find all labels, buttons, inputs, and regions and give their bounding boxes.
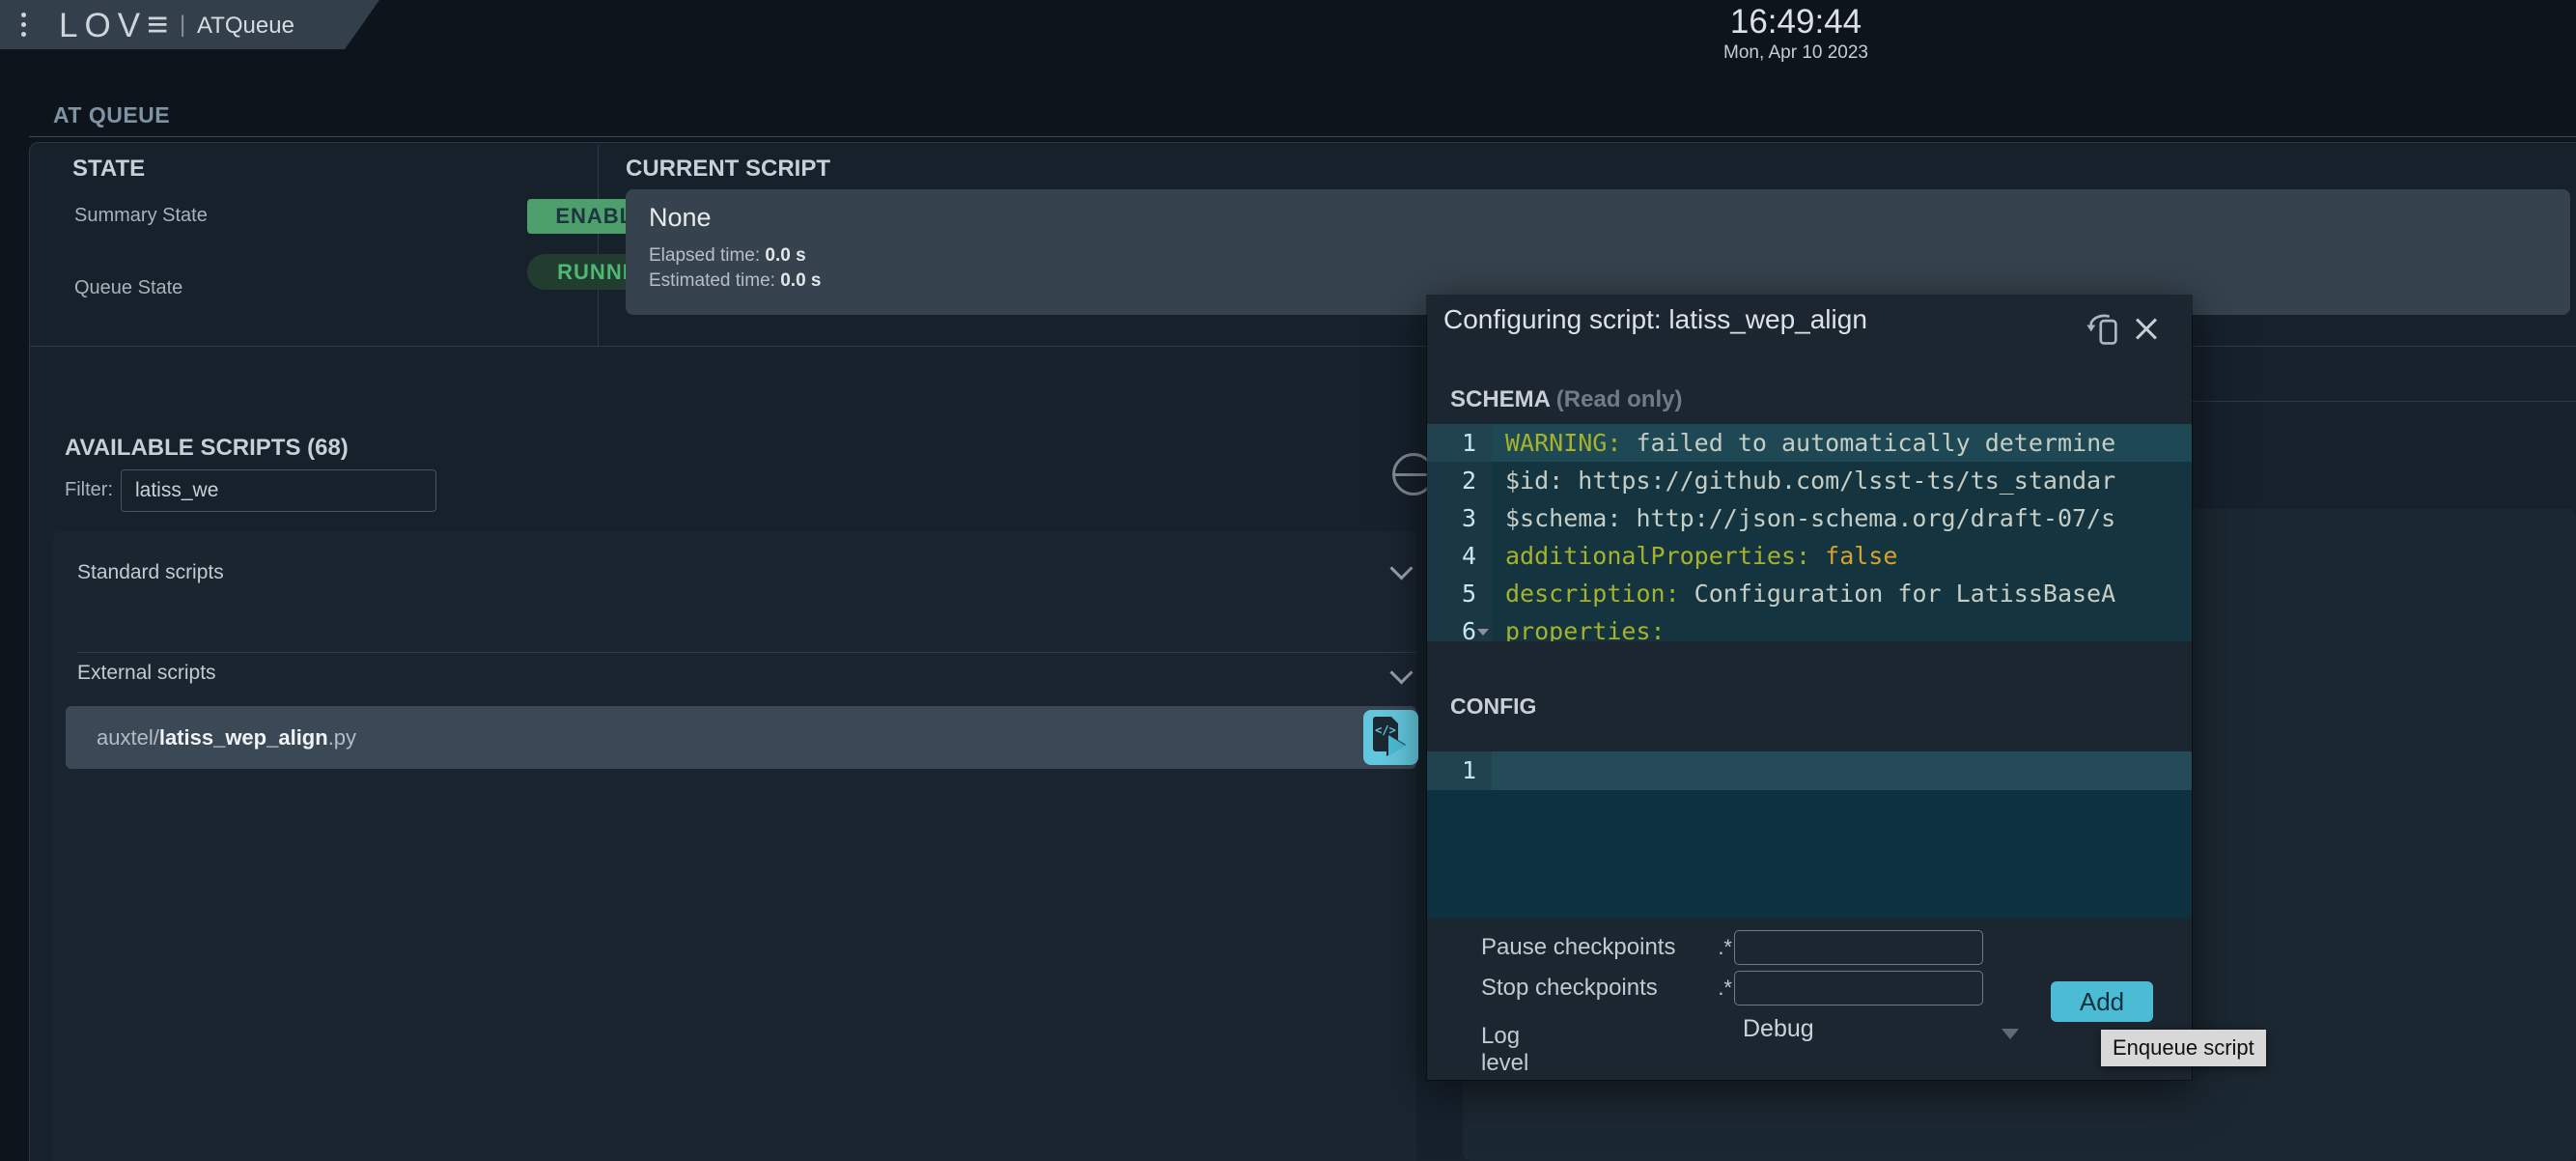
enqueue-script-tooltip: Enqueue script bbox=[2101, 1030, 2266, 1066]
script-list-item[interactable]: auxtel/latiss_wep_align.py </> bbox=[66, 706, 1416, 769]
modal-title: Configuring script: latiss_wep_align bbox=[1443, 304, 1867, 335]
script-path: auxtel/latiss_wep_align.py bbox=[97, 706, 356, 769]
play-icon bbox=[1388, 735, 1406, 756]
configure-script-modal: Configuring script: latiss_wep_align SCH… bbox=[1427, 296, 2192, 1080]
clock-time: 16:49:44 bbox=[1680, 3, 1912, 42]
top-navbar: LOV≡ | ATQueue bbox=[0, 0, 382, 49]
estimated-time-value: 0.0 s bbox=[780, 270, 821, 291]
love-logo-e: ≡ bbox=[147, 5, 168, 45]
standard-scripts-label: Standard scripts bbox=[77, 561, 224, 584]
atqueue-page: LOV≡ | ATQueue 16:49:44 Mon, Apr 10 2023… bbox=[0, 0, 2576, 1161]
section-heading: AT QUEUE bbox=[53, 102, 170, 128]
chevron-down-icon bbox=[1389, 556, 1413, 580]
pause-checkpoints-input[interactable] bbox=[1734, 930, 1983, 965]
chevron-down-icon bbox=[1389, 661, 1413, 684]
state-horizontal-divider bbox=[30, 346, 2576, 347]
line-number: 1 bbox=[1427, 424, 1492, 462]
external-scripts-label: External scripts bbox=[77, 662, 216, 685]
line-number: 6 bbox=[1427, 612, 1492, 641]
code-line: 1WARNING: failed to automatically determ… bbox=[1427, 424, 2192, 462]
pause-checkpoints-label: Pause checkpoints bbox=[1481, 934, 1705, 961]
scripts-list-panel: Standard scripts External scripts auxtel… bbox=[53, 531, 1416, 1161]
summary-state-label: Summary State bbox=[74, 205, 208, 227]
line-number: 5 bbox=[1427, 575, 1492, 612]
config-heading: CONFIG bbox=[1450, 694, 1536, 720]
code-line: 6properties: bbox=[1427, 612, 2192, 641]
current-script-title: CURRENT SCRIPT bbox=[626, 156, 830, 183]
code-line: 1 bbox=[1427, 751, 2192, 790]
stop-checkpoints-row: Stop checkpoints .* bbox=[1481, 970, 1983, 1006]
elapsed-time-row: Elapsed time: 0.0 s bbox=[649, 245, 806, 267]
pause-regex-hint: .* bbox=[1705, 935, 1732, 960]
page-title: ATQueue bbox=[197, 13, 294, 40]
clock-date: Mon, Apr 10 2023 bbox=[1680, 42, 1912, 64]
add-button[interactable]: Add bbox=[2051, 981, 2153, 1022]
close-icon[interactable] bbox=[2130, 313, 2163, 346]
filter-label: Filter: bbox=[65, 479, 113, 501]
line-number: 3 bbox=[1427, 499, 1492, 537]
love-logo: LOV≡ bbox=[59, 5, 168, 46]
schema-editor: 1WARNING: failed to automatically determ… bbox=[1427, 424, 2192, 641]
section-underline bbox=[29, 136, 2576, 137]
standard-scripts-group[interactable]: Standard scripts bbox=[53, 551, 1416, 599]
code-line: 2$id: https://github.com/lsst-ts/ts_stan… bbox=[1427, 462, 2192, 499]
dropdown-caret-icon bbox=[2002, 1029, 2019, 1039]
stop-checkpoints-input[interactable] bbox=[1734, 971, 1983, 1005]
toggle-orientation-button[interactable] bbox=[2084, 311, 2122, 348]
logo-divider: | bbox=[180, 12, 185, 39]
line-number: 2 bbox=[1427, 462, 1492, 499]
config-editor[interactable]: 1 bbox=[1427, 751, 2192, 919]
stop-checkpoints-label: Stop checkpoints bbox=[1481, 975, 1705, 1002]
code-line: 5description: Configuration for LatissBa… bbox=[1427, 575, 2192, 612]
line-number: 4 bbox=[1427, 537, 1492, 575]
launch-script-button[interactable]: </> bbox=[1363, 710, 1418, 765]
state-panel-title: STATE bbox=[72, 156, 145, 183]
schema-heading: SCHEMA (Read only) bbox=[1450, 386, 1682, 413]
log-level-dropdown[interactable]: Debug bbox=[1743, 1015, 2032, 1050]
stop-regex-hint: .* bbox=[1705, 976, 1732, 1001]
code-line: 3$schema: http://json-schema.org/draft-0… bbox=[1427, 499, 2192, 537]
available-scripts-title: AVAILABLE SCRIPTS (68) bbox=[65, 435, 349, 462]
external-scripts-group[interactable]: External scripts bbox=[53, 652, 1416, 700]
queue-state-label: Queue State bbox=[74, 277, 182, 299]
pause-checkpoints-row: Pause checkpoints .* bbox=[1481, 929, 1983, 966]
line-number: 1 bbox=[1427, 751, 1492, 790]
filter-input[interactable] bbox=[121, 469, 436, 512]
log-level-value: Debug bbox=[1743, 1015, 1814, 1043]
state-vertical-divider bbox=[598, 145, 599, 346]
current-script-name: None bbox=[649, 203, 712, 233]
fold-caret-icon[interactable] bbox=[1477, 629, 1489, 636]
menu-kebab-icon[interactable] bbox=[21, 13, 26, 37]
estimated-time-row: Estimated time: 0.0 s bbox=[649, 270, 821, 292]
log-level-label: Log level bbox=[1481, 1023, 1528, 1077]
code-line: 4additionalProperties: false bbox=[1427, 537, 2192, 575]
clock: 16:49:44 Mon, Apr 10 2023 bbox=[1680, 3, 1912, 64]
elapsed-time-value: 0.0 s bbox=[765, 245, 805, 266]
